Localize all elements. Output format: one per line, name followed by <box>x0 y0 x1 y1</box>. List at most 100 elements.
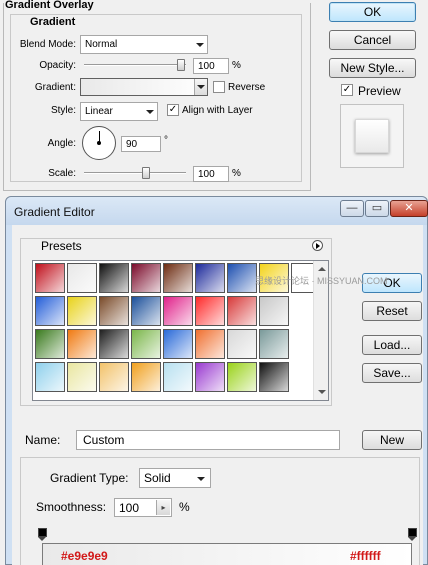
preset-swatch[interactable] <box>227 329 257 359</box>
preset-swatch[interactable] <box>131 362 161 392</box>
new-button[interactable]: New <box>362 430 422 450</box>
opacity-slider-track[interactable] <box>84 64 186 66</box>
preset-swatch[interactable] <box>67 263 97 293</box>
scale-slider-track[interactable] <box>84 172 186 174</box>
smoothness-value: 100 <box>119 501 140 515</box>
preset-swatch[interactable] <box>67 329 97 359</box>
chevron-down-icon <box>146 110 154 114</box>
scroll-down-icon[interactable] <box>318 390 326 394</box>
preset-swatch[interactable] <box>99 329 129 359</box>
name-input[interactable]: Custom <box>76 430 340 450</box>
scale-slider-thumb[interactable] <box>142 167 150 179</box>
save-button[interactable]: Save... <box>362 363 422 383</box>
reset-button[interactable]: Reset <box>362 301 422 321</box>
presets-menu-arrow-icon[interactable] <box>312 240 323 251</box>
angle-dial[interactable] <box>82 126 116 160</box>
ok-button[interactable]: OK <box>329 2 416 22</box>
preset-swatch[interactable] <box>259 329 289 359</box>
preset-swatch[interactable] <box>131 296 161 326</box>
smoothness-stepper-arrow-icon[interactable]: ▸ <box>156 500 170 515</box>
scroll-up-icon[interactable] <box>318 267 326 271</box>
preset-swatch[interactable] <box>67 362 97 392</box>
style-value: Linear <box>85 106 113 117</box>
preset-swatch[interactable] <box>131 329 161 359</box>
preset-swatch[interactable] <box>195 329 225 359</box>
blend-mode-select[interactable]: Normal <box>80 35 208 54</box>
gradient-label: Gradient: <box>34 82 76 93</box>
stop-pointer-icon <box>408 537 416 541</box>
preset-swatch[interactable] <box>99 296 129 326</box>
close-icon: ✕ <box>404 202 414 214</box>
gradient-swatch[interactable] <box>80 78 208 96</box>
preset-swatch[interactable] <box>99 263 129 293</box>
maximize-button[interactable]: ▭ <box>365 200 389 217</box>
checkmark-icon: ✓ <box>168 104 178 115</box>
preset-swatch[interactable] <box>195 263 225 293</box>
preset-swatch[interactable] <box>35 296 65 326</box>
angle-degree: ° <box>164 135 168 146</box>
smoothness-label: Smoothness: <box>36 500 107 514</box>
angle-input[interactable]: 90 <box>121 136 161 152</box>
window-title: Gradient Editor <box>14 205 95 219</box>
preset-swatch[interactable] <box>195 296 225 326</box>
preview-swatch <box>355 119 389 153</box>
smoothness-input[interactable]: 100 ▸ <box>114 498 172 517</box>
opacity-stop-right[interactable] <box>408 528 417 541</box>
scale-percent: % <box>232 168 241 179</box>
new-style-button[interactable]: New Style... <box>329 58 416 78</box>
preset-swatch[interactable] <box>35 263 65 293</box>
stop-pointer-icon <box>38 537 46 541</box>
preset-swatch[interactable] <box>163 296 193 326</box>
cancel-button[interactable]: Cancel <box>329 30 416 50</box>
blend-mode-label: Blend Mode: <box>19 39 76 50</box>
gradient-type-select[interactable]: Solid <box>139 468 211 488</box>
load-button[interactable]: Load... <box>362 335 422 355</box>
maximize-icon: ▭ <box>371 202 383 214</box>
opacity-stop-left[interactable] <box>38 528 47 541</box>
preset-swatch[interactable] <box>259 362 289 392</box>
preset-swatch[interactable] <box>227 296 257 326</box>
angle-label: Angle: <box>47 138 76 149</box>
opacity-label: Opacity: <box>39 60 76 71</box>
style-label: Style: <box>50 105 76 116</box>
opacity-stop-icon <box>408 528 417 537</box>
preset-swatch[interactable] <box>163 362 193 392</box>
presets-label: Presets <box>37 239 86 253</box>
preset-swatch[interactable] <box>35 329 65 359</box>
opacity-input[interactable]: 100 <box>193 58 229 74</box>
title-bar[interactable]: Gradient Editor — ▭ ✕ <box>6 197 428 225</box>
preset-swatch[interactable] <box>163 329 193 359</box>
gradient-overlay-title: Gradient Overlay <box>5 0 94 11</box>
reverse-checkbox[interactable] <box>213 81 225 93</box>
scale-input[interactable]: 100 <box>193 166 229 182</box>
preset-swatch[interactable] <box>35 362 65 392</box>
checkmark-icon: ✓ <box>342 84 352 95</box>
gradient-type-label: Gradient Type: <box>50 471 129 485</box>
opacity-slider-thumb[interactable] <box>177 59 185 71</box>
preset-swatch[interactable] <box>163 263 193 293</box>
preset-swatch[interactable] <box>67 296 97 326</box>
right-stop-color-label: #ffffff <box>350 549 381 563</box>
preset-swatch[interactable] <box>259 296 289 326</box>
scale-label: Scale: <box>48 168 76 179</box>
layer-style-dialog: Gradient Overlay Gradient Blend Mode: No… <box>0 0 428 200</box>
preset-swatch[interactable] <box>195 362 225 392</box>
gradient-editor-window: Gradient Editor — ▭ ✕ Presets OK Reset L… <box>5 196 428 565</box>
minimize-icon: — <box>346 202 358 214</box>
style-select[interactable]: Linear <box>80 102 158 121</box>
opacity-percent: % <box>232 60 241 71</box>
left-stop-color-label: #e9e9e9 <box>61 549 108 563</box>
preset-swatch[interactable] <box>227 263 257 293</box>
reverse-label: Reverse <box>228 82 266 93</box>
preview-checkbox[interactable]: ✓ <box>341 84 353 96</box>
preset-swatch[interactable] <box>131 263 161 293</box>
preview-thumbnail <box>340 104 404 168</box>
align-with-layer-checkbox[interactable]: ✓ <box>167 104 179 116</box>
align-with-layer-label: Align with Layer <box>182 105 253 116</box>
chevron-down-icon <box>196 43 204 47</box>
gradient-dropdown-button[interactable] <box>194 79 207 95</box>
preset-swatch[interactable] <box>227 362 257 392</box>
preset-swatch[interactable] <box>99 362 129 392</box>
minimize-button[interactable]: — <box>340 200 364 217</box>
close-button[interactable]: ✕ <box>390 200 428 217</box>
